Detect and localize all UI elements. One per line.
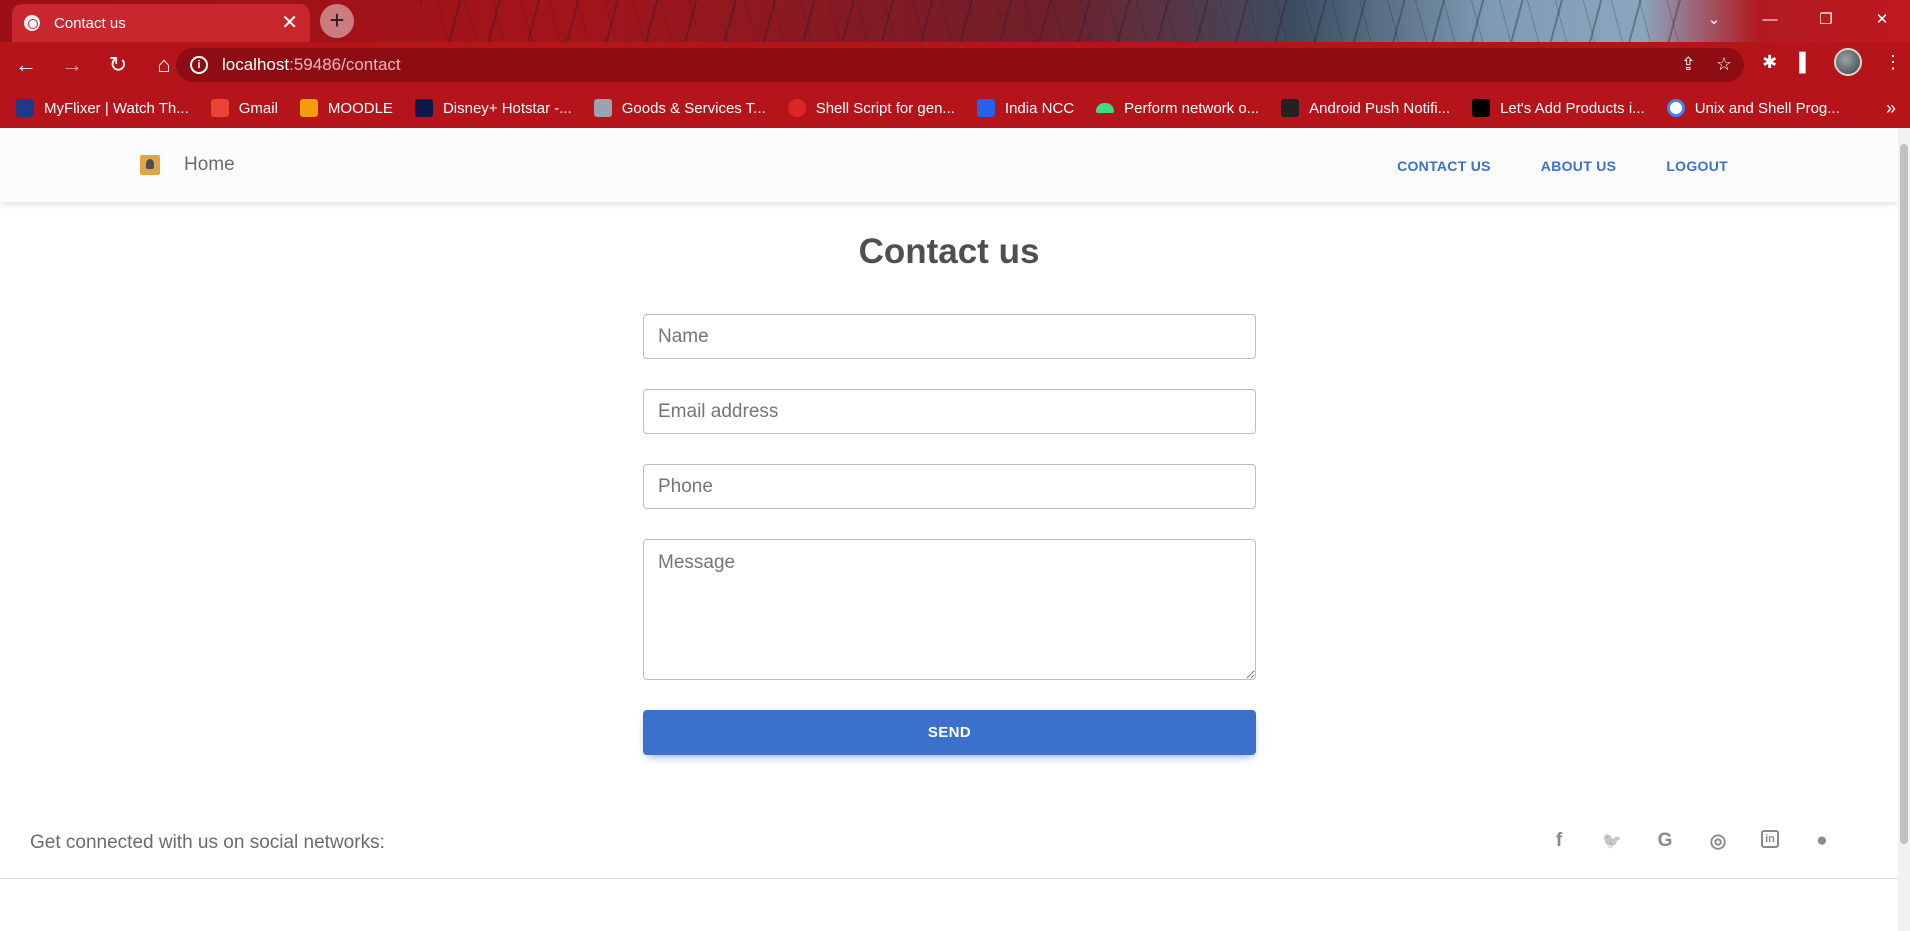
profile-avatar[interactable] xyxy=(1834,48,1862,76)
android-icon xyxy=(1096,103,1115,113)
share-icon[interactable]: ⇪ xyxy=(1681,54,1696,75)
instagram-icon[interactable]: ◎ xyxy=(1708,830,1728,852)
myflixer-icon xyxy=(16,99,34,117)
window-close-button[interactable]: ✕ xyxy=(1854,0,1910,38)
ncc-icon xyxy=(976,99,995,117)
moodle-icon xyxy=(299,99,318,117)
google-icon[interactable]: G xyxy=(1655,830,1675,852)
minimize-button[interactable]: — xyxy=(1742,0,1798,38)
address-bar[interactable]: i localhost :59486/contact ⇪ ☆ xyxy=(176,48,1744,82)
nav-contact-us[interactable]: CONTACT US xyxy=(1397,158,1491,174)
url-host: localhost xyxy=(222,55,290,74)
bookmark-item[interactable]: Shell Script for gen... xyxy=(787,99,955,117)
bookmark-item[interactable]: MOODLE xyxy=(299,99,393,117)
close-tab-icon[interactable]: ✕ xyxy=(281,13,298,33)
facebook-icon[interactable]: f xyxy=(1549,830,1569,852)
new-tab-button[interactable]: + xyxy=(320,4,354,38)
tab-search-icon[interactable]: ⌄ xyxy=(1686,0,1742,38)
page-content: Home CONTACT US ABOUT US LOGOUT Contact … xyxy=(0,128,1898,931)
site-navbar: Home CONTACT US ABOUT US LOGOUT xyxy=(0,128,1898,202)
nav-links: CONTACT US ABOUT US LOGOUT xyxy=(1397,158,1728,174)
footer-social-text: Get connected with us on social networks… xyxy=(30,832,385,853)
phone-field[interactable] xyxy=(643,464,1256,509)
bookmark-item[interactable]: Gmail xyxy=(210,99,278,117)
tab-title: Contact us xyxy=(54,14,126,32)
footer-divider xyxy=(0,878,1898,879)
google-icon xyxy=(1666,99,1685,117)
bookmarks-overflow-icon[interactable]: » xyxy=(1886,98,1896,119)
bookmark-item[interactable]: Goods & Services T... xyxy=(593,99,766,117)
site-info-icon[interactable]: i xyxy=(190,56,208,74)
brand-logo-icon xyxy=(140,155,160,175)
browser-toolbar: ← → ↻ ⌂ i localhost :59486/contact ⇪ ☆ ✱… xyxy=(0,42,1910,88)
send-button[interactable]: SEND xyxy=(643,710,1256,755)
back-icon[interactable]: ← xyxy=(6,45,46,85)
page-title: Contact us xyxy=(858,232,1040,271)
github-icon[interactable]: ● xyxy=(1812,830,1832,852)
hotstar-icon xyxy=(414,99,433,117)
brand[interactable]: Home xyxy=(140,154,235,176)
target-icon xyxy=(787,99,806,117)
bookmark-item[interactable]: Perform network o... xyxy=(1096,100,1259,117)
email-field[interactable] xyxy=(643,389,1256,434)
browser-menu-icon[interactable]: ⋮ xyxy=(1884,52,1902,73)
message-field[interactable] xyxy=(643,539,1256,680)
reload-icon[interactable]: ↻ xyxy=(98,45,138,85)
v-icon xyxy=(1281,99,1300,117)
bookmark-item[interactable]: MyFlixer | Watch Th... xyxy=(16,99,189,117)
bookmark-star-icon[interactable]: ☆ xyxy=(1716,54,1732,75)
restore-button[interactable]: ❐ xyxy=(1798,0,1854,38)
twitter-icon[interactable]: 🐦 xyxy=(1602,830,1622,852)
theme-background xyxy=(420,0,1690,42)
browser-titlebar: Contact us ✕ + ⌄ — ❐ ✕ xyxy=(0,0,1910,42)
bookmark-item[interactable]: Let's Add Products i... xyxy=(1472,99,1645,117)
side-panel-icon[interactable]: ▌ xyxy=(1799,52,1812,73)
bookmark-item[interactable]: Unix and Shell Prog... xyxy=(1666,99,1840,117)
bookmarks-bar: MyFlixer | Watch Th... Gmail MOODLE Disn… xyxy=(0,88,1910,128)
extensions-icon[interactable]: ✱ xyxy=(1762,52,1777,73)
footer-social-bar: Get connected with us on social networks… xyxy=(0,812,1898,878)
gmail-icon xyxy=(210,99,229,117)
medium-icon xyxy=(1472,99,1491,117)
social-links: f 🐦 G ◎ in ● xyxy=(1549,830,1832,852)
nav-logout[interactable]: LOGOUT xyxy=(1666,158,1728,174)
bookmark-item[interactable]: Android Push Notifi... xyxy=(1281,99,1450,117)
forward-icon[interactable]: → xyxy=(52,45,92,85)
contact-form: SEND xyxy=(643,314,1256,755)
bookmark-item[interactable]: Disney+ Hotstar -... xyxy=(414,99,572,117)
nav-about-us[interactable]: ABOUT US xyxy=(1541,158,1617,174)
name-field[interactable] xyxy=(643,314,1256,359)
linkedin-icon[interactable]: in xyxy=(1761,830,1779,848)
page-scrollbar[interactable] xyxy=(1898,128,1910,931)
window-controls: ⌄ — ❐ ✕ xyxy=(1686,0,1910,38)
globe-icon xyxy=(24,15,40,31)
bookmark-item[interactable]: India NCC xyxy=(976,99,1074,117)
browser-tab-active[interactable]: Contact us ✕ xyxy=(12,4,310,42)
gst-icon xyxy=(593,99,612,117)
url-path: :59486/contact xyxy=(289,55,401,74)
scrollbar-thumb[interactable] xyxy=(1900,144,1908,844)
brand-home-link[interactable]: Home xyxy=(184,154,235,176)
